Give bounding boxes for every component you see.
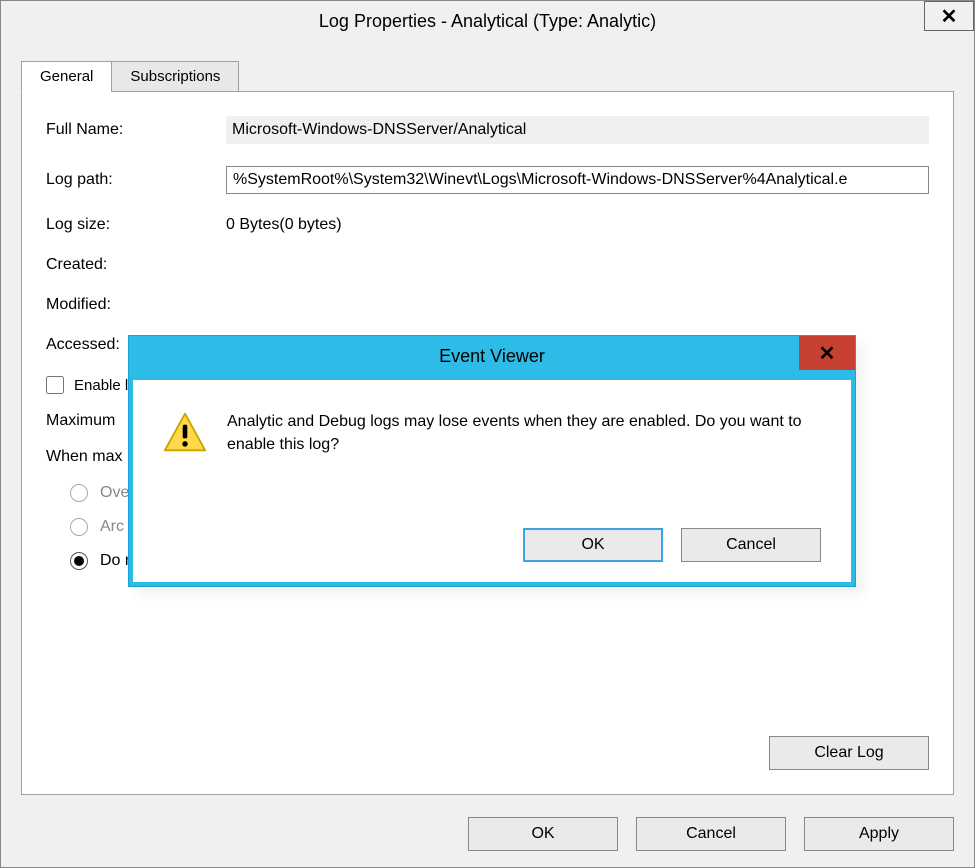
modified-label: Modified: xyxy=(46,296,226,314)
ok-button[interactable]: OK xyxy=(468,817,618,851)
log-size-label: Log size: xyxy=(46,216,226,234)
log-size-value: 0 Bytes(0 bytes) xyxy=(226,216,342,234)
modal-ok-button[interactable]: OK xyxy=(523,528,663,562)
dialog-buttons: OK Cancel Apply xyxy=(468,817,954,851)
main-titlebar[interactable]: Log Properties - Analytical (Type: Analy… xyxy=(1,1,974,41)
modal-message: Analytic and Debug logs may lose events … xyxy=(227,410,821,456)
cancel-button[interactable]: Cancel xyxy=(636,817,786,851)
full-name-value: Microsoft-Windows-DNSServer/Analytical xyxy=(226,116,929,144)
modal-title: Event Viewer xyxy=(439,346,545,367)
apply-button[interactable]: Apply xyxy=(804,817,954,851)
close-icon: ✕ xyxy=(819,341,836,366)
modal-buttons: OK Cancel xyxy=(523,528,821,562)
radio-archive-label: Arc xyxy=(100,518,124,536)
main-title: Log Properties - Analytical (Type: Analy… xyxy=(319,11,656,32)
tab-strip: General Subscriptions xyxy=(21,61,954,92)
tab-subscriptions[interactable]: Subscriptions xyxy=(111,61,239,92)
radio-icon xyxy=(70,484,88,502)
close-icon: ✕ xyxy=(941,4,958,29)
event-viewer-dialog: Event Viewer ✕ Analytic and Debug logs m… xyxy=(128,335,856,587)
modal-titlebar[interactable]: Event Viewer ✕ xyxy=(129,336,855,376)
enable-logging-checkbox[interactable] xyxy=(46,376,64,394)
log-path-label: Log path: xyxy=(46,171,226,189)
tab-general[interactable]: General xyxy=(21,61,112,92)
modal-close-button[interactable]: ✕ xyxy=(799,336,855,370)
log-path-input[interactable] xyxy=(226,166,929,194)
warning-icon xyxy=(163,410,207,454)
enable-logging-label: Enable l xyxy=(74,377,128,394)
full-name-label: Full Name: xyxy=(46,121,226,139)
main-close-button[interactable]: ✕ xyxy=(924,1,974,31)
radio-overwrite-label: Ove xyxy=(100,484,129,502)
modal-cancel-button[interactable]: Cancel xyxy=(681,528,821,562)
radio-icon xyxy=(70,552,88,570)
radio-icon xyxy=(70,518,88,536)
created-label: Created: xyxy=(46,256,226,274)
clear-log-button[interactable]: Clear Log xyxy=(769,736,929,770)
